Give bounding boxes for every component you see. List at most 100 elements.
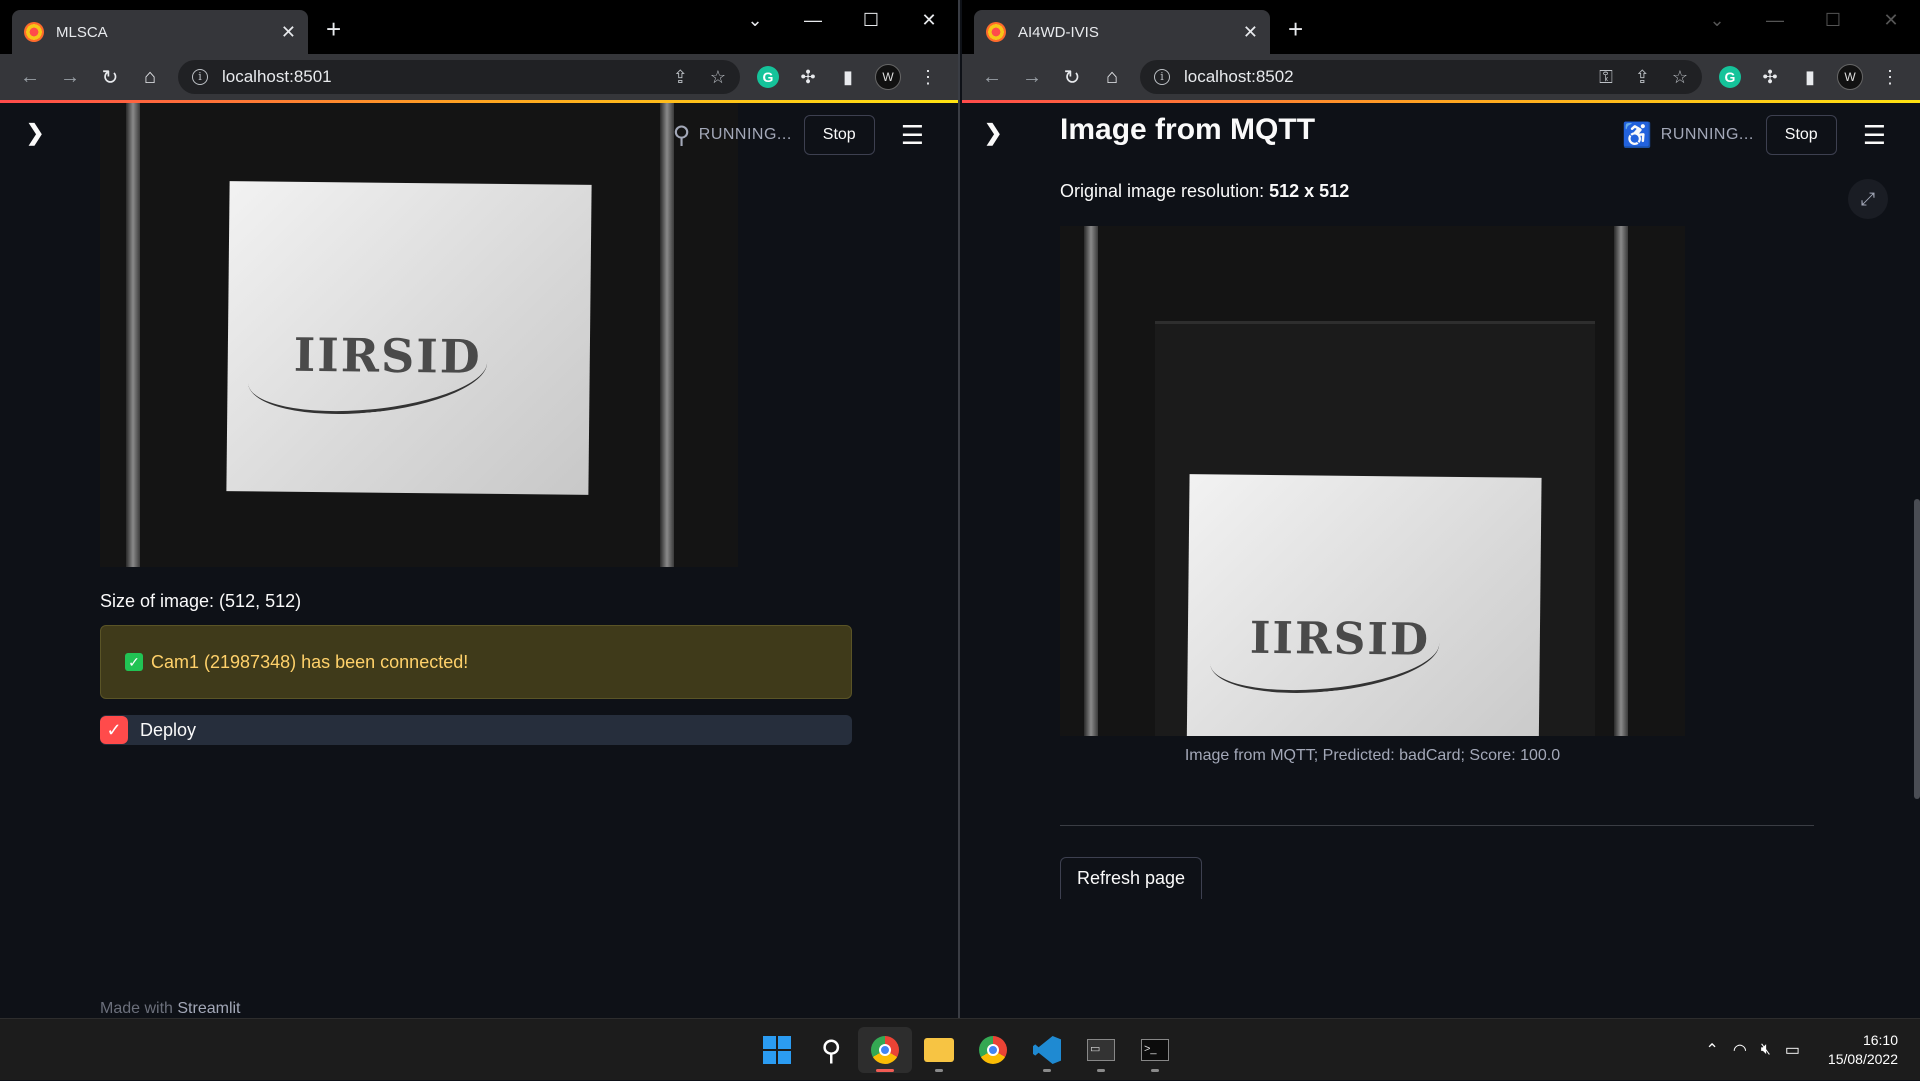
extensions-puzzle-icon[interactable]: ✣ [1750, 67, 1790, 88]
profile-avatar-icon[interactable]: W [1830, 64, 1870, 90]
main-menu-icon[interactable]: ☰ [901, 120, 924, 151]
grammarly-extension-icon[interactable]: G [748, 66, 788, 88]
taskbar-chrome-active[interactable] [858, 1027, 912, 1073]
taskbar-vscode[interactable] [1020, 1027, 1074, 1073]
running-indicator: ♿ RUNNING... [1622, 121, 1753, 150]
bicycle-icon: ⚲ [673, 121, 691, 150]
back-icon[interactable]: ← [972, 66, 1012, 89]
close-window-button[interactable]: ✕ [900, 0, 958, 40]
running-indicator: ⚲ RUNNING... [673, 121, 792, 150]
sidebar-expand-icon[interactable]: ❯ [984, 120, 1002, 146]
terminal-icon: >_ [1141, 1039, 1169, 1061]
clock[interactable]: 16:10 15/08/2022 [1828, 1031, 1898, 1069]
bookmark-star-icon[interactable]: ☆ [1672, 67, 1688, 88]
search-button[interactable]: ⚲ [804, 1027, 858, 1073]
footer: Made with Streamlit [100, 1000, 241, 1018]
running-indicator [1097, 1069, 1105, 1072]
running-text: RUNNING... [699, 126, 792, 144]
taskbar-terminal[interactable]: >_ [1128, 1027, 1182, 1073]
active-indicator [876, 1069, 894, 1072]
tab-search-icon[interactable]: ⌄ [1688, 0, 1746, 40]
close-tab-icon[interactable]: ✕ [281, 22, 296, 43]
forward-icon[interactable]: → [50, 66, 90, 89]
url-text: localhost:8501 [222, 67, 651, 87]
stop-button[interactable]: Stop [804, 115, 875, 155]
reload-icon[interactable]: ↻ [90, 65, 130, 90]
browser-menu-icon[interactable]: ⋮ [1870, 67, 1910, 88]
browser-toolbar: ← → ↻ ⌂ i localhost:8501 ⇪ ☆ G ✣ ▮ W ⋮ [0, 54, 958, 100]
site-info-icon[interactable]: i [1154, 69, 1170, 85]
chrome-icon [979, 1036, 1007, 1064]
sidebar-expand-icon[interactable]: ❯ [26, 120, 44, 146]
image-rail-left [126, 103, 140, 567]
checkmark-icon: ✓ [125, 653, 143, 671]
browser-tab[interactable]: MLSCA ✕ [12, 10, 308, 54]
scrollbar-thumb[interactable] [1914, 499, 1920, 799]
fullscreen-expand-icon[interactable]: ⤢ [1848, 179, 1888, 219]
running-text: RUNNING... [1661, 126, 1754, 144]
card-print-arc [244, 321, 490, 423]
battery-icon[interactable]: ▭ [1785, 1040, 1800, 1060]
speaker-muted-icon[interactable]: 🔇︎ [1761, 1041, 1771, 1059]
divider [1060, 825, 1814, 826]
chrome-icon [871, 1036, 899, 1064]
browser-menu-icon[interactable]: ⋮ [908, 67, 948, 88]
share-icon[interactable]: ⇪ [673, 67, 688, 88]
address-bar[interactable]: i localhost:8501 ⇪ ☆ [178, 60, 740, 94]
running-indicator [935, 1069, 943, 1072]
browser-tab[interactable]: AI4WD-IVIS ✕ [974, 10, 1270, 54]
chevron-up-icon[interactable]: ⌃ [1705, 1040, 1718, 1060]
home-icon[interactable]: ⌂ [130, 66, 170, 89]
taskbar-console[interactable]: ▭ [1074, 1027, 1128, 1073]
deploy-checkbox[interactable]: ✓ Deploy [100, 715, 852, 745]
close-window-button[interactable]: ✕ [1862, 0, 1920, 40]
address-bar[interactable]: i localhost:8502 ⚿ ⇪ ☆ [1140, 60, 1702, 94]
browser-toolbar: ← → ↻ ⌂ i localhost:8502 ⚿ ⇪ ☆ G ✣ ▮ W ⋮ [962, 54, 1920, 100]
refresh-page-button[interactable]: Refresh page [1060, 857, 1202, 899]
minimize-button[interactable]: — [1746, 0, 1804, 40]
running-indicator [1151, 1069, 1159, 1072]
side-panel-icon[interactable]: ▮ [828, 67, 868, 88]
maximize-button[interactable]: ☐ [842, 0, 900, 40]
status-widget: ♿ RUNNING... Stop ☰ [1622, 115, 1886, 155]
extensions-puzzle-icon[interactable]: ✣ [788, 67, 828, 88]
bookmark-star-icon[interactable]: ☆ [710, 67, 726, 88]
main-menu-icon[interactable]: ☰ [1863, 120, 1886, 151]
new-tab-button[interactable]: + [1288, 16, 1303, 42]
image-rail-right [660, 103, 674, 567]
image-caption: Image from MQTT; Predicted: badCard; Sco… [1060, 747, 1685, 765]
card-image: IIRSID [226, 181, 591, 495]
wifi-icon[interactable]: ◠ [1733, 1040, 1747, 1060]
forward-icon[interactable]: → [1012, 66, 1052, 89]
stop-button[interactable]: Stop [1766, 115, 1837, 155]
search-icon: ⚲ [821, 1034, 842, 1067]
share-icon[interactable]: ⇪ [1635, 67, 1650, 88]
status-widget: ⚲ RUNNING... Stop ☰ [673, 115, 924, 155]
side-panel-icon[interactable]: ▮ [1790, 67, 1830, 88]
site-info-icon[interactable]: i [192, 69, 208, 85]
new-tab-button[interactable]: + [326, 16, 341, 42]
vscode-icon [1033, 1036, 1061, 1064]
maximize-button[interactable]: ☐ [1804, 0, 1862, 40]
taskbar-file-explorer[interactable] [912, 1027, 966, 1073]
taskbar: ⚲ ▭ >_ ⌃ ◠ 🔇︎ ▭ 16:10 1 [0, 1018, 1920, 1080]
taskbar-chrome-profile[interactable] [966, 1027, 1020, 1073]
checkbox-checked-icon[interactable]: ✓ [100, 716, 128, 744]
home-icon[interactable]: ⌂ [1092, 66, 1132, 89]
grammarly-extension-icon[interactable]: G [1710, 66, 1750, 88]
start-button[interactable] [750, 1027, 804, 1073]
tab-search-icon[interactable]: ⌄ [726, 0, 784, 40]
reload-icon[interactable]: ↻ [1052, 65, 1092, 90]
footer-streamlit-link[interactable]: Streamlit [177, 1000, 240, 1017]
card-image: IIRSID [1186, 474, 1541, 736]
back-icon[interactable]: ← [10, 66, 50, 89]
camera-image: IIRSID [100, 103, 738, 567]
profile-avatar-icon[interactable]: W [868, 64, 908, 90]
close-tab-icon[interactable]: ✕ [1243, 22, 1258, 43]
minimize-button[interactable]: — [784, 0, 842, 40]
window-controls: ⌄ — ☐ ✕ [1688, 0, 1920, 40]
mqtt-image: IIRSID [1060, 226, 1685, 736]
system-tray: ⌃ ◠ 🔇︎ ▭ [1691, 1019, 1800, 1081]
image-rail-right [1614, 226, 1628, 736]
password-key-icon[interactable]: ⚿ [1599, 67, 1613, 88]
